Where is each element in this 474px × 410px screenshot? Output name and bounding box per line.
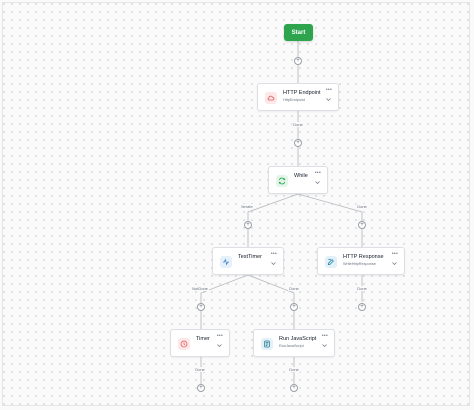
chevron-down-icon[interactable] bbox=[326, 97, 331, 102]
edge-label-done: Done bbox=[292, 122, 304, 127]
add-step-button[interactable]: + bbox=[197, 384, 205, 392]
add-step-button[interactable]: + bbox=[294, 139, 302, 147]
cloud-icon bbox=[265, 92, 277, 104]
more-options-icon[interactable]: ••• bbox=[392, 251, 398, 257]
node-subtitle: WriteHttpResponse bbox=[343, 262, 376, 266]
node-http-endpoint[interactable]: HTTP Endpoint HttpEndpoint ••• bbox=[257, 83, 339, 111]
node-title: HTTP Response bbox=[343, 254, 384, 260]
clock-icon bbox=[178, 338, 190, 350]
edge-label-done: Done bbox=[356, 204, 368, 209]
more-options-icon[interactable]: ••• bbox=[322, 333, 328, 339]
flow-connectors bbox=[200, 41, 363, 384]
chevron-down-icon[interactable] bbox=[322, 343, 327, 348]
edge-label-done: Done bbox=[288, 286, 300, 291]
node-title: Run JavaScript bbox=[279, 336, 317, 342]
add-step-button[interactable]: + bbox=[290, 384, 298, 392]
chevron-down-icon[interactable] bbox=[271, 261, 276, 266]
node-title: TestTimer bbox=[238, 254, 262, 260]
node-testtimer[interactable]: TestTimer ••• bbox=[212, 247, 284, 275]
connector-while-iterate bbox=[247, 193, 299, 247]
add-step-button[interactable]: + bbox=[358, 303, 366, 311]
node-title: While bbox=[294, 173, 308, 179]
workflow-canvas[interactable]: Start + + + + + + + + + Done Iterate Don… bbox=[0, 0, 474, 410]
more-options-icon[interactable]: ••• bbox=[315, 170, 321, 176]
edge-label-notdone: NotDone bbox=[191, 286, 209, 291]
add-step-button[interactable]: + bbox=[197, 303, 205, 311]
add-step-button[interactable]: + bbox=[290, 303, 298, 311]
more-options-icon[interactable]: ••• bbox=[271, 251, 277, 257]
edge-label-iterate: Iterate bbox=[240, 204, 254, 209]
add-step-button[interactable]: + bbox=[358, 221, 366, 229]
chevron-down-icon[interactable] bbox=[392, 261, 397, 266]
node-timer[interactable]: Timer ••• bbox=[170, 329, 230, 357]
node-while[interactable]: While ••• bbox=[268, 166, 328, 194]
edge-label-done: Done bbox=[356, 286, 368, 291]
node-run-javascript[interactable]: Run JavaScript RunJavaScript ••• bbox=[253, 329, 335, 357]
more-options-icon[interactable]: ••• bbox=[326, 87, 332, 93]
node-title: HTTP Endpoint bbox=[283, 90, 321, 96]
edge-label-done: Done bbox=[194, 367, 206, 372]
node-subtitle: HttpEndpoint bbox=[283, 98, 305, 102]
chevron-down-icon[interactable] bbox=[217, 343, 222, 348]
connector-testtimer-notdone bbox=[200, 274, 249, 329]
edge-label-done: Done bbox=[288, 367, 300, 372]
connector-while-done bbox=[297, 193, 363, 247]
add-step-button[interactable]: + bbox=[294, 57, 302, 65]
activity-icon bbox=[220, 256, 232, 268]
loop-icon bbox=[276, 175, 288, 187]
add-step-button[interactable]: + bbox=[244, 221, 252, 229]
connector-testtimer-done bbox=[247, 274, 295, 329]
node-subtitle: RunJavaScript bbox=[279, 344, 304, 348]
start-node[interactable]: Start bbox=[284, 24, 313, 41]
more-options-icon[interactable]: ••• bbox=[217, 333, 223, 339]
edit-icon bbox=[325, 256, 337, 268]
script-icon bbox=[261, 338, 273, 350]
chevron-down-icon[interactable] bbox=[315, 180, 320, 185]
node-title: Timer bbox=[196, 336, 210, 342]
node-http-response[interactable]: HTTP Response WriteHttpResponse ••• bbox=[317, 247, 405, 275]
